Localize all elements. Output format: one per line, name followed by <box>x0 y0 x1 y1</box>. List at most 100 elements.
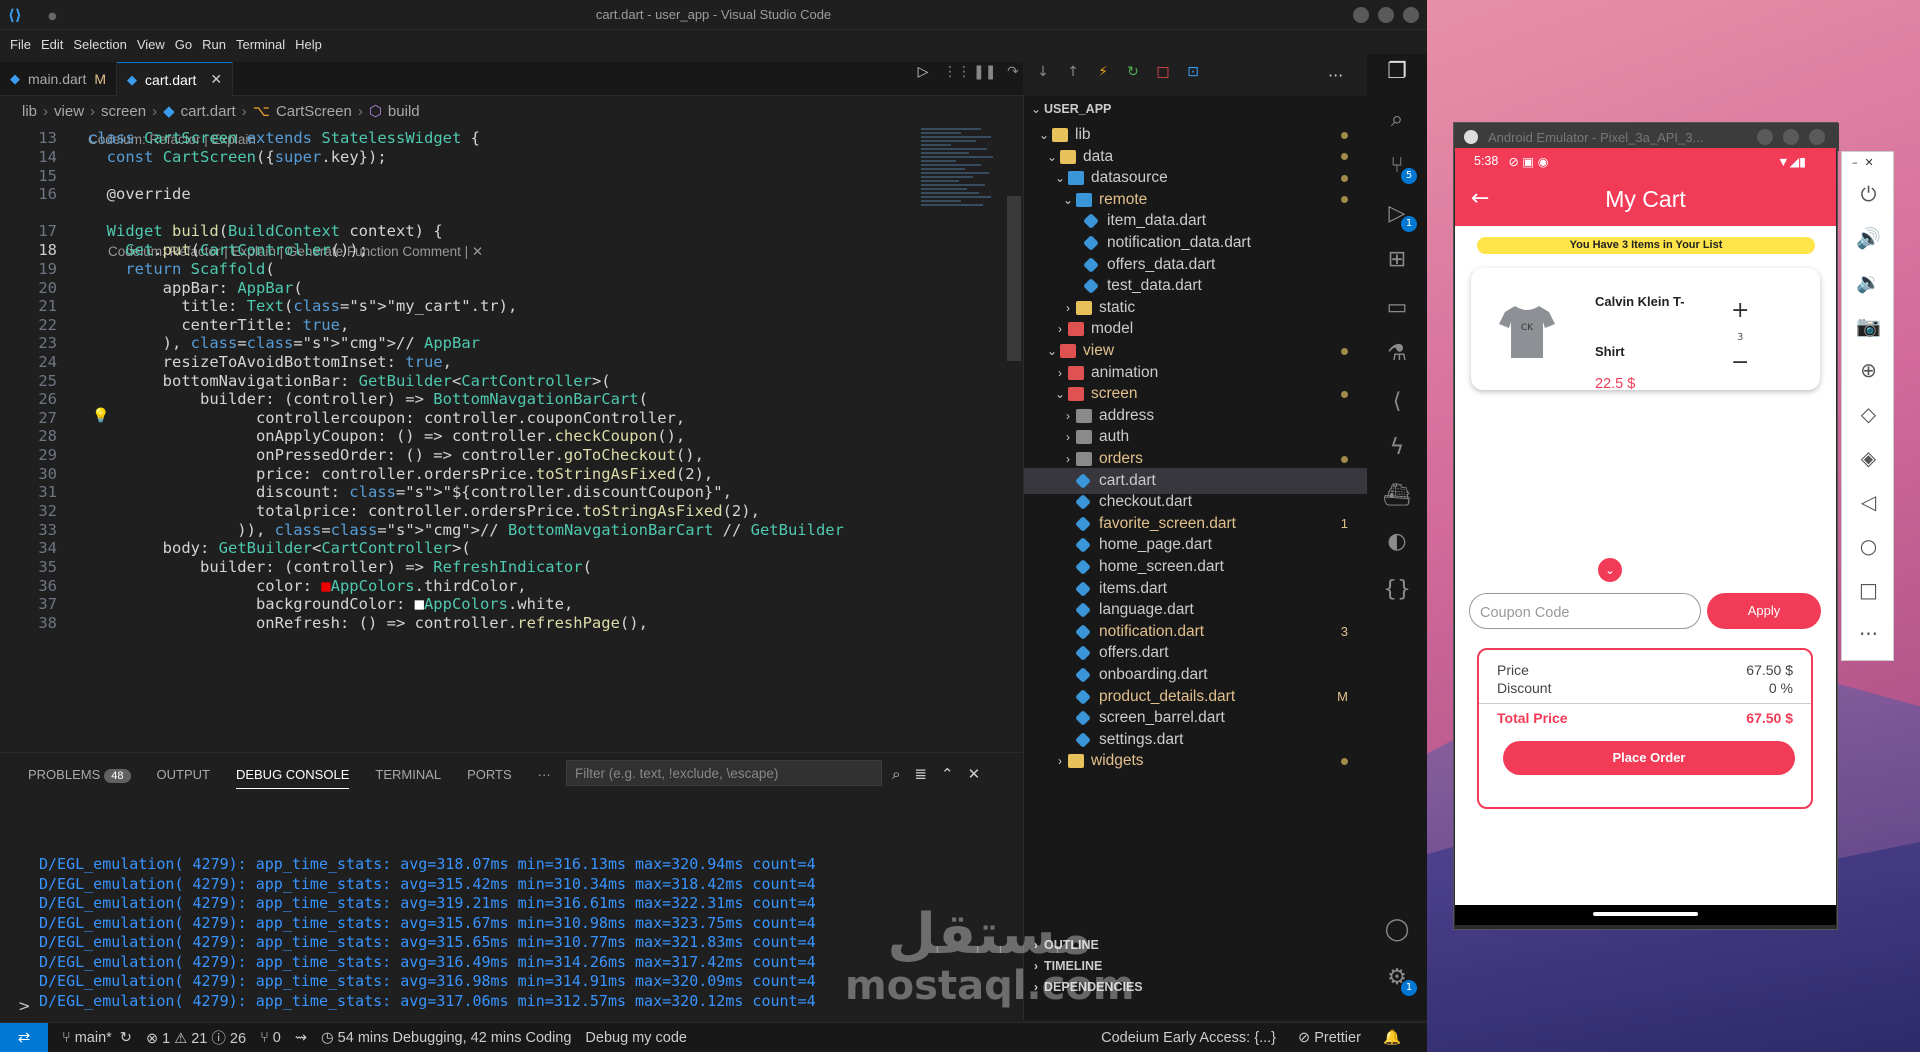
docker-icon[interactable]: ⛴ <box>1383 482 1411 510</box>
chevron-down-icon[interactable]: ⌄ <box>1052 387 1068 401</box>
overview-nav-icon[interactable]: □ <box>1842 578 1895 602</box>
breadcrumb-item[interactable]: view <box>54 103 84 120</box>
explorer-root[interactable]: ⌄ USER_APP <box>1024 96 1368 122</box>
debug-config[interactable]: Debug my code <box>585 1030 687 1046</box>
drag-handle-icon[interactable]: ⋮⋮ <box>943 64 971 80</box>
decrease-quantity-icon[interactable]: − <box>1731 350 1749 375</box>
code-line[interactable]: 16 @override <box>0 182 920 205</box>
chevron-down-icon[interactable]: ⌄ <box>1060 193 1076 207</box>
remote-explorer-icon[interactable]: ▭ <box>1383 294 1411 322</box>
menu-item[interactable]: Selection <box>69 37 132 52</box>
flutter-icon[interactable]: ⟨ <box>1383 388 1411 416</box>
close-panel-icon[interactable]: ✕ <box>968 765 981 783</box>
chevron-right-icon[interactable]: › <box>1052 754 1068 768</box>
chevron-down-icon[interactable]: ⌄ <box>1044 150 1060 164</box>
remote-indicator-icon[interactable]: ⇄ <box>0 1022 48 1052</box>
clear-console-icon[interactable]: ≣ <box>914 765 927 783</box>
home-nav-icon[interactable]: ○ <box>1842 534 1895 558</box>
time-tracker[interactable]: 54 mins Debugging, 42 mins Coding <box>338 1030 572 1046</box>
explorer-folder[interactable]: › widgets <box>1024 748 1368 774</box>
emulator-minimize-button[interactable] <box>1757 129 1773 145</box>
tab-debug-console[interactable]: DEBUG CONSOLE <box>235 767 350 789</box>
inspect-icon[interactable]: ⊡ <box>1183 64 1203 80</box>
tab-terminal[interactable]: TERMINAL <box>375 767 441 789</box>
tab-output[interactable]: OUTPUT <box>157 767 210 789</box>
json-icon[interactable]: {} <box>1383 576 1411 604</box>
debug-status-icon[interactable]: ⇝ <box>295 1030 307 1046</box>
toolbar-window-controls[interactable]: – ✕ <box>1852 156 1874 169</box>
step-out-icon[interactable]: ↑ <box>1063 64 1083 80</box>
tab-main-dart[interactable]: ◆ main.dart M <box>0 62 118 96</box>
account-icon[interactable]: ◯ <box>1383 916 1411 944</box>
emulator-close-button[interactable] <box>1809 129 1825 145</box>
back-nav-icon[interactable]: ◁ <box>1842 490 1895 514</box>
volume-up-icon[interactable]: 🔊 <box>1842 226 1895 250</box>
cart-item-card[interactable]: CK Calvin Klein T- Shirt 22.5 $ + 3 − <box>1471 268 1820 392</box>
git-branch[interactable]: main* <box>75 1030 112 1046</box>
menu-item[interactable]: Run <box>198 37 232 52</box>
chevron-down-icon[interactable]: ⌄ <box>1044 344 1060 358</box>
restart-icon[interactable]: ↻ <box>1123 64 1143 80</box>
editor-scrollbar[interactable] <box>1007 196 1021 361</box>
menu-item[interactable]: File <box>0 37 37 52</box>
chevron-right-icon[interactable]: › <box>1060 430 1076 444</box>
zoom-icon[interactable]: ⊕ <box>1842 358 1895 382</box>
more-actions-icon[interactable]: ··· <box>1328 66 1343 85</box>
chevron-right-icon[interactable]: › <box>1060 452 1076 466</box>
minimap[interactable] <box>921 126 1007 256</box>
chevron-down-icon[interactable]: ⌄ <box>1598 558 1622 582</box>
menu-item[interactable]: Terminal <box>232 37 291 52</box>
emulator-maximize-button[interactable] <box>1783 129 1799 145</box>
menu-item[interactable]: Edit <box>37 37 69 52</box>
camera-icon[interactable]: 📷 <box>1842 314 1895 338</box>
close-tab-icon[interactable]: ✕ <box>210 71 222 88</box>
run-icon[interactable]: ▷ <box>913 64 933 80</box>
chevron-right-icon[interactable]: › <box>1052 366 1068 380</box>
panel-more-icon[interactable]: ··· <box>538 767 551 789</box>
find-icon[interactable]: ⌕ <box>892 765 900 783</box>
stop-icon[interactable]: □ <box>1153 64 1173 80</box>
step-into-icon[interactable]: ↓ <box>1033 64 1053 80</box>
chevron-right-icon[interactable]: › <box>1060 409 1076 423</box>
console-prompt[interactable]: > <box>18 997 31 1015</box>
sync-icon[interactable]: ↻ <box>120 1030 132 1046</box>
rotate-right-icon[interactable]: ◈ <box>1842 446 1895 470</box>
explorer-icon[interactable]: ❐ <box>1383 58 1411 86</box>
menu-item[interactable]: Go <box>171 37 198 52</box>
rotate-left-icon[interactable]: ◇ <box>1842 402 1895 426</box>
breadcrumb-item[interactable]: lib <box>22 103 37 120</box>
problems-status[interactable]: ⊗ 1 ⚠ 21 ⓘ 26 <box>146 1027 246 1048</box>
menu-item[interactable]: Help <box>291 37 328 52</box>
code-line[interactable]: 38 onRefresh: () => controller.refreshPa… <box>0 611 920 634</box>
chevron-right-icon[interactable]: › <box>1060 301 1076 315</box>
breadcrumb-item[interactable]: build <box>388 103 420 120</box>
breadcrumb-item[interactable]: cart.dart <box>181 103 236 120</box>
menu-item[interactable]: View <box>133 37 171 52</box>
place-order-button[interactable]: Place Order <box>1503 741 1795 775</box>
ports-status[interactable]: ⑂ 0 <box>260 1030 281 1046</box>
codeium-icon[interactable]: ◐ <box>1383 528 1411 556</box>
source-control-icon[interactable]: ⑂ 5 <box>1383 152 1417 184</box>
prettier-status[interactable]: ⊘ Prettier <box>1298 1030 1361 1046</box>
volume-down-icon[interactable]: 🔉 <box>1842 270 1895 294</box>
tab-problems[interactable]: PROBLEMS 48 <box>28 767 131 789</box>
settings-gear-icon[interactable]: ⚙ 1 <box>1383 964 1417 996</box>
chevron-down-icon[interactable]: ⌄ <box>1036 128 1052 142</box>
search-icon[interactable]: ⌕ <box>1383 106 1411 134</box>
power-icon[interactable]: ⏻ <box>1842 182 1895 206</box>
increase-quantity-icon[interactable]: + <box>1731 298 1749 323</box>
maximize-button[interactable] <box>1378 7 1394 23</box>
close-window-button[interactable] <box>1403 7 1419 23</box>
coupon-code-input[interactable]: Coupon Code <box>1469 593 1701 629</box>
hot-reload-icon[interactable]: ⚡ <box>1093 64 1113 80</box>
codeium-status[interactable]: Codeium Early Access: {...} <box>1101 1030 1276 1046</box>
tab-cart-dart[interactable]: ◆ cart.dart ✕ <box>117 62 234 96</box>
testing-icon[interactable]: ⚗ <box>1383 340 1411 368</box>
step-over-icon[interactable]: ↷ <box>1003 64 1023 80</box>
maximize-panel-icon[interactable]: ⌃ <box>941 765 954 783</box>
notifications-bell-icon[interactable]: 🔔 <box>1383 1029 1401 1046</box>
home-gesture-bar[interactable] <box>1593 912 1698 916</box>
more-options-icon[interactable]: ··· <box>1842 622 1895 646</box>
pause-icon[interactable]: ❚❚ <box>973 64 996 80</box>
tab-ports[interactable]: PORTS <box>467 767 512 789</box>
